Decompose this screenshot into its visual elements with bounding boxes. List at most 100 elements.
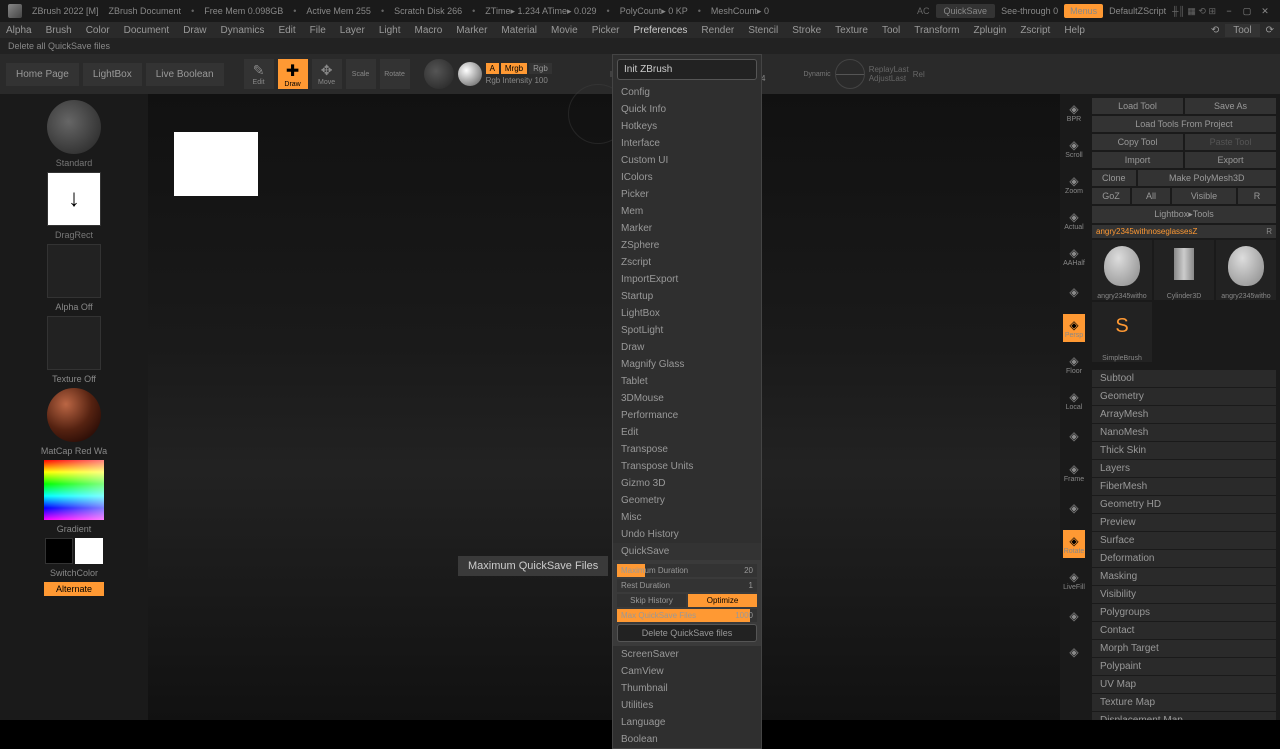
- prefs-draw[interactable]: Draw: [613, 339, 761, 356]
- stroke-thumbnail[interactable]: [47, 172, 101, 226]
- section-preview[interactable]: Preview: [1092, 514, 1276, 531]
- save-as-button[interactable]: Save As: [1185, 98, 1276, 114]
- menu-marker[interactable]: Marker: [456, 25, 487, 36]
- tool-thumb-1[interactable]: angry2345witho: [1092, 240, 1152, 300]
- section-subtool[interactable]: Subtool: [1092, 370, 1276, 387]
- load-tool-button[interactable]: Load Tool: [1092, 98, 1183, 114]
- texture-thumbnail[interactable]: [47, 316, 101, 370]
- section-geometry-hd[interactable]: Geometry HD: [1092, 496, 1276, 513]
- menu-alpha[interactable]: Alpha: [6, 25, 32, 36]
- section-surface[interactable]: Surface: [1092, 532, 1276, 549]
- prefs-misc[interactable]: Misc: [613, 509, 761, 526]
- menu-color[interactable]: Color: [86, 25, 110, 36]
- default-zscript[interactable]: DefaultZScript: [1109, 6, 1166, 16]
- prefs-transpose-units[interactable]: Transpose Units: [613, 458, 761, 475]
- prefs-startup[interactable]: Startup: [613, 288, 761, 305]
- rgb-button[interactable]: Rgb: [529, 63, 552, 74]
- prefs-utilities[interactable]: Utilities: [613, 697, 761, 714]
- goz-all-button[interactable]: All: [1132, 188, 1170, 204]
- lightbox-button[interactable]: LightBox: [83, 63, 142, 86]
- prefs-3dmouse[interactable]: 3DMouse: [613, 390, 761, 407]
- prefs-magnify-glass[interactable]: Magnify Glass: [613, 356, 761, 373]
- prefs-gizmo-3d[interactable]: Gizmo 3D: [613, 475, 761, 492]
- prefs-undo-history[interactable]: Undo History: [613, 526, 761, 543]
- prefs-language[interactable]: Language: [613, 714, 761, 731]
- make-polymesh-button[interactable]: Make PolyMesh3D: [1138, 170, 1276, 186]
- menu-macro[interactable]: Macro: [415, 25, 443, 36]
- section-geometry[interactable]: Geometry: [1092, 388, 1276, 405]
- menu-layer[interactable]: Layer: [340, 25, 365, 36]
- copy-tool-button[interactable]: Copy Tool: [1092, 134, 1183, 150]
- menu-zplugin[interactable]: Zplugin: [974, 25, 1007, 36]
- rotate-mode-button[interactable]: Rotate: [380, 59, 410, 89]
- section-morph-target[interactable]: Morph Target: [1092, 640, 1276, 657]
- mrgb-button[interactable]: Mrgb: [501, 63, 527, 74]
- goz-visible-button[interactable]: Visible: [1172, 188, 1236, 204]
- paste-tool-button[interactable]: Paste Tool: [1185, 134, 1276, 150]
- strip-icon[interactable]: [1063, 494, 1085, 522]
- Frame-icon[interactable]: Frame: [1063, 458, 1085, 486]
- prefs-spotlight[interactable]: SpotLight: [613, 322, 761, 339]
- tool-panel-label[interactable]: Tool: [1225, 24, 1259, 37]
- section-masking[interactable]: Masking: [1092, 568, 1276, 585]
- home-page-button[interactable]: Home Page: [6, 63, 79, 86]
- prefs-tablet[interactable]: Tablet: [613, 373, 761, 390]
- strip-icon[interactable]: [1063, 638, 1085, 666]
- Scroll-icon[interactable]: Scroll: [1063, 134, 1085, 162]
- menu-dynamics[interactable]: Dynamics: [221, 25, 265, 36]
- dynamic-toggle[interactable]: Dynamic: [803, 71, 830, 78]
- prefs-edit[interactable]: Edit: [613, 424, 761, 441]
- menu-zscript[interactable]: Zscript: [1020, 25, 1050, 36]
- menu-transform[interactable]: Transform: [914, 25, 959, 36]
- draw-mode-button[interactable]: Draw: [278, 59, 308, 89]
- section-contact[interactable]: Contact: [1092, 622, 1276, 639]
- optimize-button[interactable]: Optimize: [688, 594, 757, 607]
- menu-document[interactable]: Document: [124, 25, 170, 36]
- AAHalf-icon[interactable]: AAHalf: [1063, 242, 1085, 270]
- section-deformation[interactable]: Deformation: [1092, 550, 1276, 567]
- prefs-zsphere[interactable]: ZSphere: [613, 237, 761, 254]
- prefs-quick-info[interactable]: Quick Info: [613, 101, 761, 118]
- menu-draw[interactable]: Draw: [183, 25, 206, 36]
- tool-collapse-icon[interactable]: ⟳: [1266, 25, 1274, 36]
- secondary-color-swatch[interactable]: [45, 538, 73, 564]
- menu-movie[interactable]: Movie: [551, 25, 578, 36]
- section-polygroups[interactable]: Polygroups: [1092, 604, 1276, 621]
- section-arraymesh[interactable]: ArrayMesh: [1092, 406, 1276, 423]
- canvas[interactable]: Maximum QuickSave Files: [148, 94, 1060, 720]
- max-quicksave-files-slider[interactable]: Max QuickSave Files1000: [617, 609, 757, 622]
- prefs-camview[interactable]: CamView: [613, 663, 761, 680]
- section-uv-map[interactable]: UV Map: [1092, 676, 1276, 693]
- prefs-picker[interactable]: Picker: [613, 186, 761, 203]
- Rotate-icon[interactable]: Rotate: [1063, 530, 1085, 558]
- section-displacement-map[interactable]: Displacement Map: [1092, 712, 1276, 720]
- prefs-lightbox[interactable]: LightBox: [613, 305, 761, 322]
- section-layers[interactable]: Layers: [1092, 460, 1276, 477]
- Persp-icon[interactable]: Persp: [1063, 314, 1085, 342]
- menu-render[interactable]: Render: [701, 25, 734, 36]
- replay-last-button[interactable]: ReplayLast: [869, 65, 909, 74]
- menu-help[interactable]: Help: [1064, 25, 1085, 36]
- prefs-mem[interactable]: Mem: [613, 203, 761, 220]
- tool-thumb-cylinder[interactable]: Cylinder3D: [1154, 240, 1214, 300]
- scale-mode-button[interactable]: Scale: [346, 59, 376, 89]
- minimize-icon[interactable]: −: [1222, 4, 1236, 18]
- LiveFill-icon[interactable]: LiveFill: [1063, 566, 1085, 594]
- live-boolean-button[interactable]: Live Boolean: [146, 63, 224, 86]
- material-thumbnail[interactable]: [47, 388, 101, 442]
- prefs-hotkeys[interactable]: Hotkeys: [613, 118, 761, 135]
- init-zbrush-button[interactable]: Init ZBrush: [617, 59, 757, 80]
- tool-thumb-3[interactable]: angry2345witho: [1216, 240, 1276, 300]
- size-curve-icon[interactable]: [835, 59, 865, 89]
- section-texture-map[interactable]: Texture Map: [1092, 694, 1276, 711]
- menu-texture[interactable]: Texture: [835, 25, 868, 36]
- prefs-zscript[interactable]: Zscript: [613, 254, 761, 271]
- strip-icon[interactable]: [1063, 422, 1085, 450]
- prefs-screensaver[interactable]: ScreenSaver: [613, 646, 761, 663]
- tool-thumb-simplebrush[interactable]: SSimpleBrush: [1092, 302, 1152, 362]
- max-duration-slider[interactable]: Maximum Duration20: [617, 564, 757, 577]
- load-from-project-button[interactable]: Load Tools From Project: [1092, 116, 1276, 132]
- primary-color-swatch[interactable]: [75, 538, 103, 564]
- color-picker[interactable]: [44, 460, 104, 520]
- section-fibermesh[interactable]: FiberMesh: [1092, 478, 1276, 495]
